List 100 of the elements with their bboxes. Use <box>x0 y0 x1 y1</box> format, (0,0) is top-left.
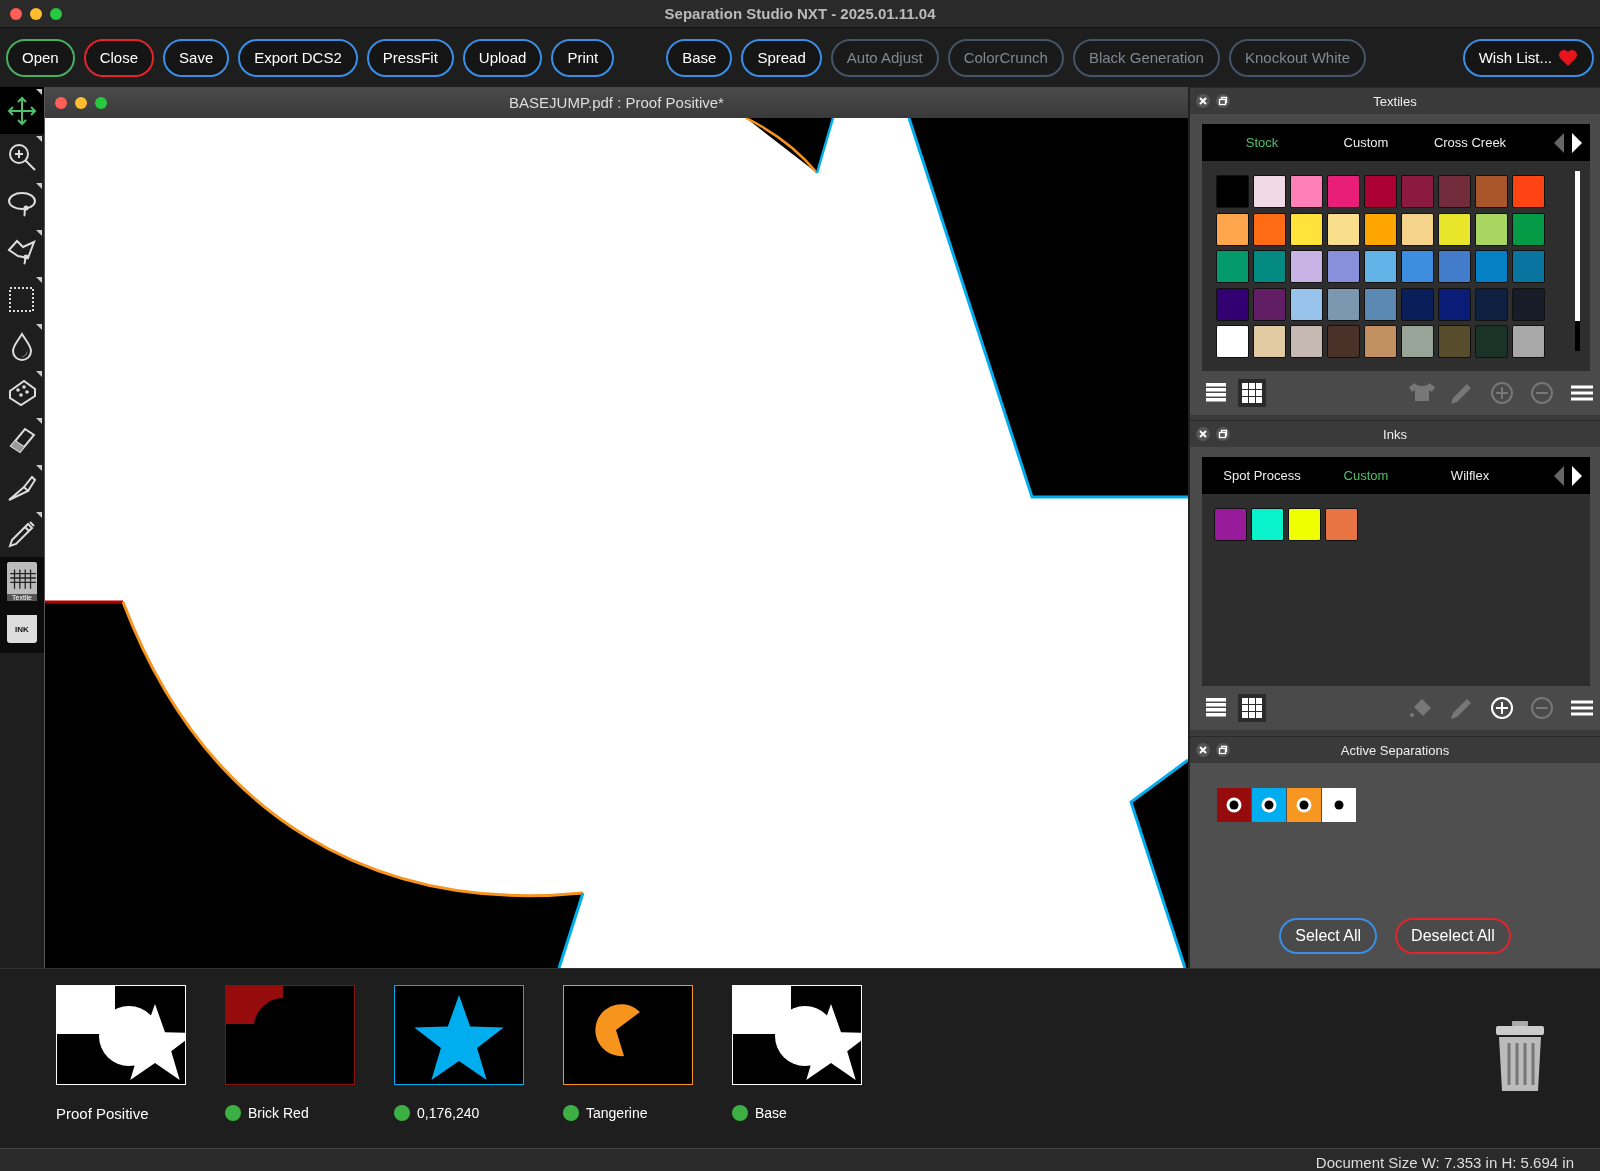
toolbar-button[interactable]: Spread <box>741 38 822 77</box>
textile-swatch[interactable] <box>1216 212 1249 246</box>
separation-label: Proof Positive <box>56 1105 149 1122</box>
scroll-right-icon[interactable] <box>1570 131 1584 154</box>
textile-swatch[interactable] <box>1253 212 1286 246</box>
toolbar-button[interactable]: Base <box>666 38 733 77</box>
tab[interactable]: Custom <box>1314 135 1418 150</box>
scroll-right-icon[interactable] <box>1570 464 1584 487</box>
separation-thumbnail[interactable] <box>394 985 524 1085</box>
zoom-window-icon[interactable] <box>50 7 62 20</box>
textile-swatch[interactable] <box>1290 325 1323 359</box>
textile-swatch[interactable] <box>1327 212 1360 246</box>
separation-thumbnail[interactable] <box>563 985 693 1085</box>
textile-swatch[interactable] <box>1401 175 1434 208</box>
textile-swatch[interactable] <box>1401 325 1434 359</box>
textile-swatch[interactable] <box>1216 175 1249 208</box>
toolbar-button[interactable]: Print <box>551 38 615 77</box>
textile-swatch[interactable] <box>1327 175 1360 208</box>
toolbar-button[interactable]: Wish List... <box>1462 38 1594 77</box>
separation-swatch[interactable] <box>1287 788 1321 822</box>
grid-view-icon[interactable] <box>1238 379 1266 407</box>
ink-swatch[interactable] <box>1251 508 1284 541</box>
trash-icon[interactable] <box>1494 1021 1546 1093</box>
textile-swatch[interactable] <box>1364 325 1397 359</box>
textile-swatch[interactable] <box>1475 212 1508 246</box>
scroll-left-icon[interactable] <box>1552 464 1566 487</box>
textile-swatch[interactable] <box>1216 325 1249 359</box>
textile-swatch[interactable] <box>1475 325 1508 359</box>
textile-swatch[interactable] <box>1401 250 1434 284</box>
toolbar-button[interactable]: Save <box>163 38 230 77</box>
panel-title: Textiles <box>1373 93 1417 109</box>
minimize-window-icon[interactable] <box>30 7 42 20</box>
move-tool[interactable] <box>0 87 44 134</box>
textile-swatch[interactable] <box>1253 175 1286 208</box>
restore-icon[interactable] <box>1216 743 1230 757</box>
textile-swatch[interactable] <box>1253 287 1286 321</box>
textile-swatch[interactable] <box>1512 325 1545 359</box>
toolbar-button[interactable]: Export DCS2 <box>238 38 358 77</box>
toolbar-button[interactable]: Upload <box>462 38 543 77</box>
separation-label: Base <box>755 1105 787 1121</box>
tab[interactable]: Spot Process <box>1210 468 1314 483</box>
textile-swatch[interactable] <box>1475 250 1508 284</box>
textile-swatch[interactable] <box>1253 250 1286 284</box>
close-window-icon[interactable] <box>10 7 22 20</box>
textile-swatch[interactable] <box>1438 325 1471 359</box>
close-window-icon[interactable] <box>55 96 67 109</box>
toolbar-button[interactable]: PressFit <box>366 38 454 77</box>
textile-swatch[interactable] <box>1475 175 1508 208</box>
textile-swatch[interactable] <box>1438 287 1471 321</box>
textile-swatch[interactable] <box>1401 212 1434 246</box>
textile-swatch[interactable] <box>1438 212 1471 246</box>
textile-swatch[interactable] <box>1290 212 1323 246</box>
textile-swatch[interactable] <box>1216 250 1249 284</box>
textile-swatch[interactable] <box>1364 175 1397 208</box>
panel-button[interactable]: Select All <box>1279 918 1378 954</box>
separation-thumbnail[interactable] <box>225 985 355 1085</box>
textile-swatch[interactable] <box>1327 325 1360 359</box>
textile-swatch[interactable] <box>1364 287 1397 321</box>
add-icon[interactable] <box>1488 694 1516 722</box>
close-icon[interactable] <box>1196 94 1210 108</box>
toolbar-button[interactable]: Open <box>6 38 75 77</box>
textile-swatch[interactable] <box>1438 250 1471 284</box>
toolbar-button[interactable]: Close <box>83 38 155 77</box>
textile-swatch[interactable] <box>1290 250 1323 284</box>
tab[interactable]: Stock <box>1210 135 1314 150</box>
grid-view-icon[interactable] <box>1238 694 1266 722</box>
textile-swatch[interactable] <box>1290 287 1323 321</box>
panel-button[interactable]: Deselect All <box>1395 918 1511 954</box>
textile-swatch[interactable] <box>1401 287 1434 321</box>
textile-swatch[interactable] <box>1290 175 1323 208</box>
restore-icon[interactable] <box>1216 427 1230 441</box>
textile-swatch[interactable] <box>1512 250 1545 284</box>
close-icon[interactable] <box>1196 743 1210 757</box>
textile-swatch[interactable] <box>1327 250 1360 284</box>
textile-swatch[interactable] <box>1475 287 1508 321</box>
textile-swatch[interactable] <box>1216 287 1249 321</box>
minimize-window-icon[interactable] <box>75 96 87 109</box>
zoom-window-icon[interactable] <box>95 96 107 109</box>
ink-swatch[interactable] <box>1325 508 1358 541</box>
textile-swatch[interactable] <box>1364 212 1397 246</box>
restore-icon[interactable] <box>1216 94 1230 108</box>
scroll-left-icon[interactable] <box>1552 131 1566 154</box>
textile-swatch[interactable] <box>1327 287 1360 321</box>
textile-swatch[interactable] <box>1512 175 1545 208</box>
textile-swatch[interactable] <box>1512 212 1545 246</box>
separation-swatch[interactable] <box>1322 788 1356 822</box>
tab[interactable]: Wilflex <box>1418 468 1522 483</box>
separation-swatch[interactable] <box>1252 788 1286 822</box>
ink-swatch[interactable] <box>1214 508 1247 541</box>
scrollbar[interactable] <box>1575 171 1580 351</box>
textile-swatch[interactable] <box>1253 325 1286 359</box>
separation-swatch[interactable] <box>1217 788 1251 822</box>
textile-swatch[interactable] <box>1364 250 1397 284</box>
textile-swatch[interactable] <box>1438 175 1471 208</box>
ink-swatch[interactable] <box>1288 508 1321 541</box>
textile-swatch[interactable] <box>1512 287 1545 321</box>
ink-tool[interactable]: INK <box>0 605 44 653</box>
tab[interactable]: Cross Creek <box>1418 135 1522 150</box>
close-icon[interactable] <box>1196 427 1210 441</box>
tab[interactable]: Custom <box>1314 468 1418 483</box>
